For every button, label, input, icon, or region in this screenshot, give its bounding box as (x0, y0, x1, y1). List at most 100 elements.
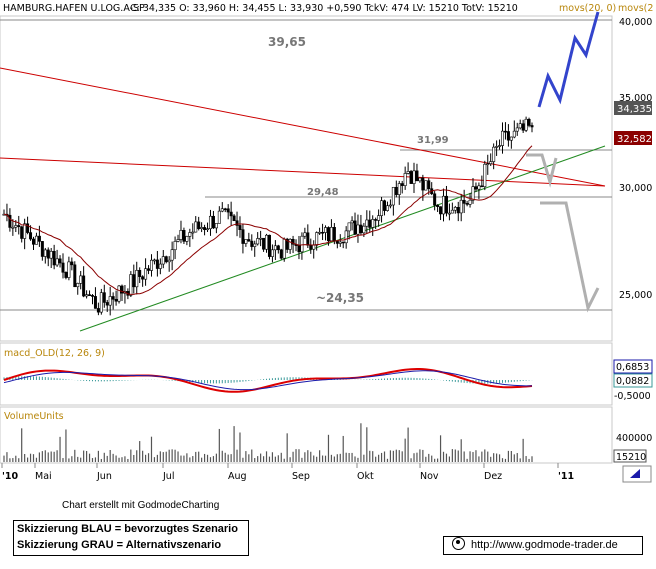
candle-body (495, 146, 499, 148)
candle-body (474, 186, 478, 190)
time-label: '11 (558, 471, 574, 482)
last-price-value: 34,335 (617, 104, 652, 115)
candle-body (20, 226, 24, 239)
candle-body (335, 240, 339, 244)
candle-body (105, 302, 109, 306)
candle-body (194, 221, 198, 233)
candle-body (501, 130, 505, 146)
candle-body (141, 276, 145, 280)
candle-body (421, 177, 425, 191)
candle-body (147, 268, 151, 271)
website-link-box[interactable]: http://www.godmode-trader.de (443, 536, 643, 555)
candle-body (179, 230, 183, 240)
candle-body (155, 259, 159, 269)
candle-body (524, 118, 528, 131)
annotation-low: ~24,35 (316, 291, 364, 305)
candle-body (465, 203, 469, 205)
candle-body (232, 215, 236, 222)
candle-body (208, 215, 212, 230)
candle-body (173, 241, 177, 251)
candle-body (144, 268, 148, 280)
candle-body (512, 130, 516, 138)
candle-body (262, 237, 266, 250)
candle-body (259, 237, 263, 240)
candle-body (468, 199, 472, 205)
candle-body (341, 241, 345, 244)
macd-value-2: 0,0882 (616, 376, 649, 387)
candle-body (17, 225, 21, 227)
time-label: Mai (35, 471, 52, 482)
candle-body (312, 244, 316, 250)
candle-body (297, 245, 301, 253)
macd-tick: -0,5000 (614, 391, 651, 402)
candle-body (132, 274, 136, 288)
candle-body (217, 210, 221, 224)
price-tick-25: 25,000 (619, 290, 652, 301)
candle-body (471, 186, 475, 201)
candle-body (442, 195, 446, 215)
candle-body (76, 283, 80, 288)
quote-line: C: 34,335 O: 33,960 H: 34,455 L: 33,930 … (130, 3, 518, 14)
candle-body (197, 221, 201, 230)
candle-body (344, 230, 348, 244)
candle-body (40, 241, 44, 257)
candle-body (229, 211, 233, 217)
candle-body (273, 245, 277, 251)
candle-body (338, 241, 342, 244)
candle-body (167, 259, 171, 263)
time-axis: '10 Mai Jun Jul Aug Sep Okt Nov Dez '11 (1, 463, 574, 482)
price-panel (0, 15, 613, 342)
candle-body (49, 251, 53, 259)
candle-body (200, 227, 204, 230)
candle-body (356, 224, 360, 235)
candle-body (52, 251, 56, 266)
candle-body (406, 171, 410, 174)
candle-body (436, 204, 440, 207)
instrument-title: HAMBURG.HAFEN U.LOG.A-SP (3, 3, 145, 14)
candle-body (309, 244, 313, 250)
macd-value-1: 0,6853 (616, 362, 649, 373)
candle-body (241, 229, 245, 244)
candle-body (368, 219, 372, 228)
candle-body (332, 227, 336, 242)
website-link[interactable]: http://www.godmode-trader.de (471, 539, 618, 551)
candle-body (138, 270, 142, 277)
candle-body (185, 236, 189, 242)
candle-body (191, 231, 195, 234)
ma-label: movs(20, 0) (559, 3, 616, 14)
candle-body (96, 308, 100, 313)
candle-body (480, 185, 484, 188)
candle-body (397, 183, 401, 195)
candle-body (61, 262, 65, 273)
candle-body (267, 234, 271, 257)
candle-body (99, 292, 103, 313)
candle-body (206, 228, 210, 231)
candle-body (383, 200, 387, 211)
candle-body (374, 219, 378, 221)
annotation-high: 39,65 (268, 35, 306, 49)
candle-body (433, 193, 437, 206)
candle-body (527, 118, 531, 126)
candle-body (102, 292, 106, 303)
candle-body (456, 207, 460, 214)
candle-body (214, 223, 218, 229)
candle-body (188, 232, 192, 237)
candle-body (43, 249, 47, 257)
time-label: Jun (96, 471, 112, 482)
volume-panel (0, 406, 613, 464)
candle-body (509, 136, 513, 141)
volume-last: 15210 (616, 452, 646, 463)
candle-body (164, 256, 168, 263)
volume-tick: 400000 (616, 433, 652, 444)
time-label: '10 (2, 471, 19, 482)
candle-body (412, 170, 416, 184)
candle-body (34, 235, 38, 245)
candle-body (377, 215, 381, 221)
candle-body (31, 238, 35, 245)
candle-body (223, 208, 227, 211)
candle-body (82, 275, 86, 297)
candle-body (318, 231, 322, 234)
candle-body (182, 230, 186, 242)
candle-body (306, 232, 310, 246)
price-tick-30: 30,000 (619, 183, 652, 194)
